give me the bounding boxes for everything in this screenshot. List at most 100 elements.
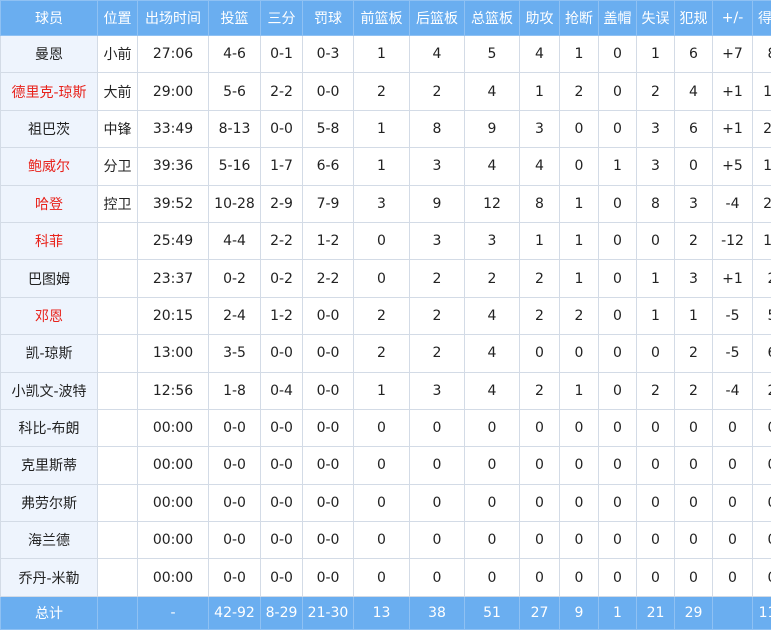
stat-cell: 11 xyxy=(753,222,771,259)
stat-cell: 0 xyxy=(753,484,771,521)
player-name[interactable]: 德里克-琼斯 xyxy=(1,73,98,110)
stat-cell: 27:06 xyxy=(138,36,209,73)
stat-cell: 2 xyxy=(675,372,713,409)
totals-cell: 9 xyxy=(560,596,599,629)
player-name[interactable]: 凯-琼斯 xyxy=(1,335,98,372)
stat-cell: 0 xyxy=(599,447,637,484)
stat-cell: 4 xyxy=(675,73,713,110)
player-name[interactable]: 克里斯蒂 xyxy=(1,447,98,484)
stat-cell: +7 xyxy=(713,36,753,73)
stat-cell: 0 xyxy=(520,447,560,484)
stat-cell: 4 xyxy=(520,36,560,73)
stat-cell: 5-6 xyxy=(209,73,261,110)
player-name[interactable]: 科菲 xyxy=(1,222,98,259)
column-header[interactable]: 位置 xyxy=(98,1,138,36)
stat-cell: 4 xyxy=(465,148,520,185)
player-name[interactable]: 小凯文-波特 xyxy=(1,372,98,409)
stat-cell: -5 xyxy=(713,297,753,334)
stat-cell: 0 xyxy=(713,522,753,559)
stat-cell xyxy=(98,335,138,372)
stat-cell: 1 xyxy=(560,36,599,73)
totals-cell: 1 xyxy=(599,596,637,629)
stat-cell: 4-6 xyxy=(209,36,261,73)
player-name[interactable]: 海兰德 xyxy=(1,522,98,559)
stat-cell: 0 xyxy=(354,447,410,484)
column-header[interactable]: 前篮板 xyxy=(354,1,410,36)
table-footer: 总计-42-928-2921-3013385127912129113 xyxy=(1,596,771,629)
player-name[interactable]: 哈登 xyxy=(1,185,98,222)
header-row: 球员位置出场时间投篮三分罚球前篮板后篮板总篮板助攻抢断盖帽失误犯规+/-得分 xyxy=(1,1,771,36)
stat-cell: 0 xyxy=(465,447,520,484)
stat-cell: 3 xyxy=(354,185,410,222)
stat-cell: 0 xyxy=(753,409,771,446)
totals-row: 总计-42-928-2921-3013385127912129113 xyxy=(1,596,771,629)
stat-cell: 13:00 xyxy=(138,335,209,372)
stat-cell: 0 xyxy=(465,522,520,559)
column-header[interactable]: 犯规 xyxy=(675,1,713,36)
stat-cell: 2-2 xyxy=(261,222,303,259)
player-name[interactable]: 邓恩 xyxy=(1,297,98,334)
stat-cell: 小前 xyxy=(98,36,138,73)
stat-cell: -4 xyxy=(713,185,753,222)
stat-cell: 0-4 xyxy=(261,372,303,409)
stat-cell: 0-0 xyxy=(261,559,303,596)
column-header[interactable]: 投篮 xyxy=(209,1,261,36)
stat-cell: 0 xyxy=(410,447,465,484)
stat-cell: 8 xyxy=(637,185,675,222)
stat-cell xyxy=(98,522,138,559)
stat-cell: 1 xyxy=(599,148,637,185)
stat-cell: 1 xyxy=(520,73,560,110)
stat-cell: 2 xyxy=(410,297,465,334)
stat-cell: 3 xyxy=(520,110,560,147)
stat-cell: 1 xyxy=(637,297,675,334)
stat-cell: 0 xyxy=(675,484,713,521)
column-header[interactable]: 罚球 xyxy=(303,1,354,36)
stat-cell: 0 xyxy=(560,110,599,147)
stat-cell: 00:00 xyxy=(138,447,209,484)
column-header[interactable]: +/- xyxy=(713,1,753,36)
stat-cell: 3 xyxy=(675,260,713,297)
stat-cell xyxy=(98,297,138,334)
stat-cell: 7-9 xyxy=(303,185,354,222)
player-name[interactable]: 曼恩 xyxy=(1,36,98,73)
column-header[interactable]: 盖帽 xyxy=(599,1,637,36)
stat-cell: 0 xyxy=(465,484,520,521)
stat-cell: 0 xyxy=(675,409,713,446)
player-name[interactable]: 祖巴茨 xyxy=(1,110,98,147)
stat-cell: 5-16 xyxy=(209,148,261,185)
player-name[interactable]: 鲍威尔 xyxy=(1,148,98,185)
stat-cell: +1 xyxy=(713,260,753,297)
stat-cell: 0 xyxy=(637,222,675,259)
stat-cell: 0 xyxy=(599,409,637,446)
stat-cell: 0-0 xyxy=(261,447,303,484)
stat-cell: 0 xyxy=(599,484,637,521)
stat-cell: 0 xyxy=(675,559,713,596)
stat-cell: 29 xyxy=(753,185,771,222)
player-name[interactable]: 乔丹-米勒 xyxy=(1,559,98,596)
column-header[interactable]: 后篮板 xyxy=(410,1,465,36)
stat-cell: 5 xyxy=(753,297,771,334)
stat-cell: 0 xyxy=(410,484,465,521)
stat-cell xyxy=(98,222,138,259)
stat-cell: 2 xyxy=(354,335,410,372)
player-name[interactable]: 巴图姆 xyxy=(1,260,98,297)
stat-cell: 0 xyxy=(560,335,599,372)
stat-cell: 20:15 xyxy=(138,297,209,334)
column-header[interactable]: 得分 xyxy=(753,1,771,36)
column-header[interactable]: 抢断 xyxy=(560,1,599,36)
stat-cell: 6-6 xyxy=(303,148,354,185)
column-header[interactable]: 球员 xyxy=(1,1,98,36)
column-header[interactable]: 三分 xyxy=(261,1,303,36)
column-header[interactable]: 总篮板 xyxy=(465,1,520,36)
stat-cell: +1 xyxy=(713,110,753,147)
stat-cell: 6 xyxy=(753,335,771,372)
player-name[interactable]: 科比-布朗 xyxy=(1,409,98,446)
stat-cell: 0-1 xyxy=(261,36,303,73)
stat-cell: 0-0 xyxy=(209,484,261,521)
stat-cell: 4 xyxy=(465,73,520,110)
column-header[interactable]: 助攻 xyxy=(520,1,560,36)
table-row: 凯-琼斯13:003-50-00-022400002-56 xyxy=(1,335,771,372)
column-header[interactable]: 失误 xyxy=(637,1,675,36)
player-name[interactable]: 弗劳尔斯 xyxy=(1,484,98,521)
column-header[interactable]: 出场时间 xyxy=(138,1,209,36)
